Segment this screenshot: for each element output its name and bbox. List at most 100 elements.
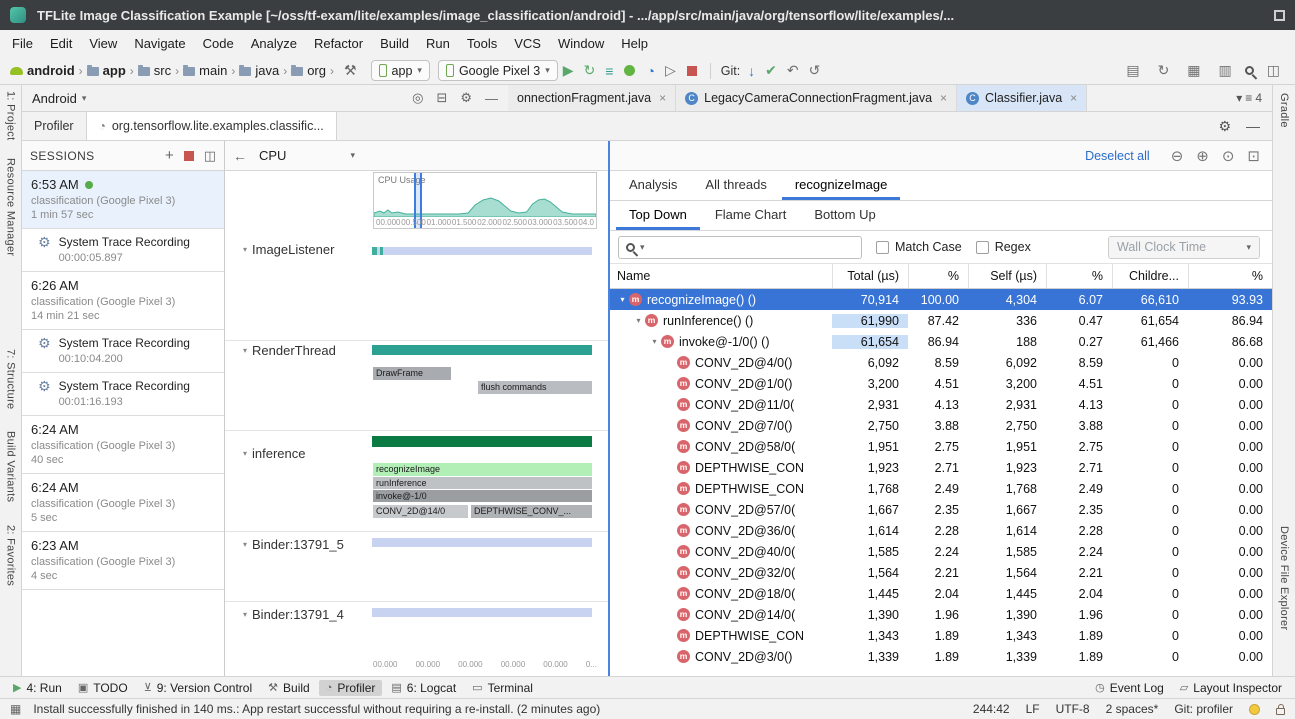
apply-changes-icon[interactable]: ↻ — [584, 62, 596, 79]
hidden-tabs-dropdown[interactable]: ▾ ≡ 4 — [1236, 85, 1272, 111]
table-row[interactable]: ▾ m CONV_2D@32/0( 1,564 2.21 1,564 2.21 … — [610, 562, 1272, 583]
menu-item[interactable]: Build — [372, 33, 417, 54]
breadcrumb-java[interactable]: java — [239, 63, 279, 78]
run-icon[interactable]: ▶ — [563, 62, 574, 79]
table-row[interactable]: ▾ m CONV_2D@36/0( 1,614 2.28 1,614 2.28 … — [610, 520, 1272, 541]
tool-window-button[interactable]: ▶ 4: Run — [6, 680, 69, 696]
tool-window-switcher-icon[interactable]: ▦ — [10, 702, 21, 716]
menu-item[interactable]: Window — [550, 33, 612, 54]
device-selector[interactable]: Google Pixel 3▾ — [438, 60, 558, 81]
breadcrumb-android[interactable]: android — [10, 63, 75, 78]
close-icon[interactable]: × — [659, 91, 666, 105]
window-controls-icon[interactable] — [1274, 10, 1285, 21]
stripe-button[interactable]: Resource Manager — [5, 158, 17, 256]
table-row[interactable]: ▾ m CONV_2D@1/0() 3,200 4.51 3,200 4.51 … — [610, 373, 1272, 394]
table-row[interactable]: ▾ m CONV_2D@58/0( 1,951 2.75 1,951 2.75 … — [610, 436, 1272, 457]
sdk-manager-icon[interactable]: ▦ — [1187, 62, 1200, 79]
stripe-button[interactable]: Build Variants — [5, 431, 17, 502]
menu-item[interactable]: View — [81, 33, 125, 54]
search-box[interactable]: ▾ — [618, 236, 862, 259]
column-header-total[interactable]: Total (µs) — [832, 264, 908, 288]
stop-session-icon[interactable] — [184, 151, 194, 161]
table-row[interactable]: ▾ m CONV_2D@18/0( 1,445 2.04 1,445 2.04 … — [610, 583, 1272, 604]
column-header-children-pct[interactable]: % — [1188, 264, 1272, 288]
thread-label[interactable]: ▾Binder:13791_4 — [243, 607, 344, 622]
analysis-tab[interactable]: All threads — [692, 171, 779, 200]
filter-input[interactable] — [650, 240, 854, 254]
table-row[interactable]: ▾ m CONV_2D@14/0( 1,390 1.96 1,390 1.96 … — [610, 604, 1272, 625]
trace-span[interactable]: DrawFrame — [373, 367, 451, 380]
notification-icon[interactable] — [1249, 704, 1260, 715]
settings-icon[interactable]: ⚙ — [460, 90, 472, 106]
device-manager-icon[interactable]: ▤ — [1126, 62, 1139, 79]
expand-arrow-icon[interactable]: ▾ — [616, 295, 629, 304]
column-header-name[interactable]: Name — [610, 264, 832, 288]
thread-label[interactable]: ▾Binder:13791_5 — [243, 537, 344, 552]
menu-item[interactable]: Analyze — [243, 33, 305, 54]
back-arrow-icon[interactable]: ← — [233, 148, 247, 164]
stripe-button[interactable]: Device File Explorer — [1278, 526, 1290, 630]
search-everywhere-icon[interactable] — [1245, 66, 1254, 75]
deselect-all-link[interactable]: Deselect all — [1085, 149, 1150, 163]
table-row[interactable]: ▾ m CONV_2D@4/0() 6,092 8.59 6,092 8.59 … — [610, 352, 1272, 373]
zoom-out-icon[interactable]: ⊖ — [1171, 147, 1184, 165]
tool-window-button[interactable]: ⊻ 9: Version Control — [137, 680, 259, 696]
trace-span[interactable]: DEPTHWISE_CONV_... — [471, 505, 592, 518]
menu-item[interactable]: Help — [613, 33, 656, 54]
close-icon[interactable]: × — [940, 91, 947, 105]
run-config-selector[interactable]: app▾ — [371, 60, 430, 81]
debug-icon[interactable] — [624, 65, 635, 76]
zoom-to-selection-icon[interactable]: ⊡ — [1247, 147, 1260, 165]
column-header-self[interactable]: Self (µs) — [968, 264, 1046, 288]
tool-window-button[interactable]: ▱ Layout Inspector — [1173, 680, 1289, 696]
line-separator[interactable]: LF — [1026, 702, 1040, 716]
collapse-all-icon[interactable]: ⊟ — [436, 90, 447, 106]
reset-zoom-icon[interactable]: ⊙ — [1222, 147, 1235, 165]
caret-position[interactable]: 244:42 — [973, 702, 1010, 716]
session-recording[interactable]: ⚙ System Trace Recording 00:10:04.200 — [22, 330, 224, 373]
session-item[interactable]: 6:24 AM classification (Google Pixel 3) … — [22, 416, 224, 474]
menu-item[interactable]: Refactor — [306, 33, 371, 54]
column-header-total-pct[interactable]: % — [908, 264, 968, 288]
table-row[interactable]: ▾ m DEPTHWISE_CON 1,923 2.71 1,923 2.71 … — [610, 457, 1272, 478]
analysis-tab[interactable]: Analysis — [616, 171, 690, 200]
regex-checkbox[interactable] — [976, 241, 989, 254]
thread-label[interactable]: ▾inference — [243, 446, 306, 461]
breadcrumb-main[interactable]: main — [183, 63, 227, 78]
tab-profiler-session[interactable]: ◔org.tensorflow.lite.examples.classific.… — [86, 112, 337, 140]
lock-icon[interactable] — [1276, 708, 1285, 715]
table-row[interactable]: ▾ m runInference() () 61,990 87.42 336 0… — [610, 310, 1272, 331]
breadcrumb-app[interactable]: app — [87, 63, 126, 78]
commit-icon[interactable]: ✔ — [765, 62, 777, 79]
menu-item[interactable]: Edit — [42, 33, 80, 54]
analysis-subtab[interactable]: Flame Chart — [702, 201, 800, 230]
project-view-selector[interactable]: Android — [32, 91, 77, 106]
new-session-icon[interactable]: + — [165, 150, 174, 162]
thread-state-bar[interactable] — [372, 608, 592, 617]
avd-manager-icon[interactable]: ▥ — [1219, 62, 1232, 79]
table-row[interactable]: ▾ m CONV_2D@57/0( 1,667 2.35 1,667 2.35 … — [610, 499, 1272, 520]
regex-option[interactable]: Regex — [976, 240, 1031, 254]
tool-window-button[interactable]: ▤ 6: Logcat — [384, 680, 463, 696]
thread-label[interactable]: ▾RenderThread — [243, 343, 336, 358]
table-row[interactable]: ▾ m CONV_2D@40/0( 1,585 2.24 1,585 2.24 … — [610, 541, 1272, 562]
session-item[interactable]: 6:23 AM classification (Google Pixel 3) … — [22, 532, 224, 590]
profiler-type-selector[interactable]: CPU ▾ — [259, 148, 355, 163]
tab-profiler[interactable]: Profiler — [22, 112, 86, 140]
table-row[interactable]: ▾ m DEPTHWISE_CON 1,343 1.89 1,343 1.89 … — [610, 625, 1272, 646]
session-item[interactable]: 6:53 AM classification (Google Pixel 3) … — [22, 171, 224, 229]
trace-span[interactable]: runInference — [373, 477, 592, 489]
stop-icon[interactable] — [687, 66, 697, 76]
column-header-children[interactable]: Childre... — [1112, 264, 1188, 288]
match-case-option[interactable]: Match Case — [876, 240, 962, 254]
apply-code-changes-icon[interactable]: ≡ — [605, 63, 613, 79]
session-item[interactable]: 6:26 AM classification (Google Pixel 3) … — [22, 272, 224, 330]
menu-item[interactable]: Code — [195, 33, 242, 54]
git-branch[interactable]: Git: profiler — [1174, 702, 1233, 716]
session-recording[interactable]: ⚙ System Trace Recording 00:00:05.897 — [22, 229, 224, 272]
hide-panel-icon[interactable]: — — [485, 91, 498, 106]
tool-window-button[interactable]: ◷ Event Log — [1088, 680, 1171, 696]
trace-span[interactable]: invoke@-1/0 — [373, 490, 592, 502]
column-header-self-pct[interactable]: % — [1046, 264, 1112, 288]
breadcrumb-org[interactable]: org — [291, 63, 326, 78]
